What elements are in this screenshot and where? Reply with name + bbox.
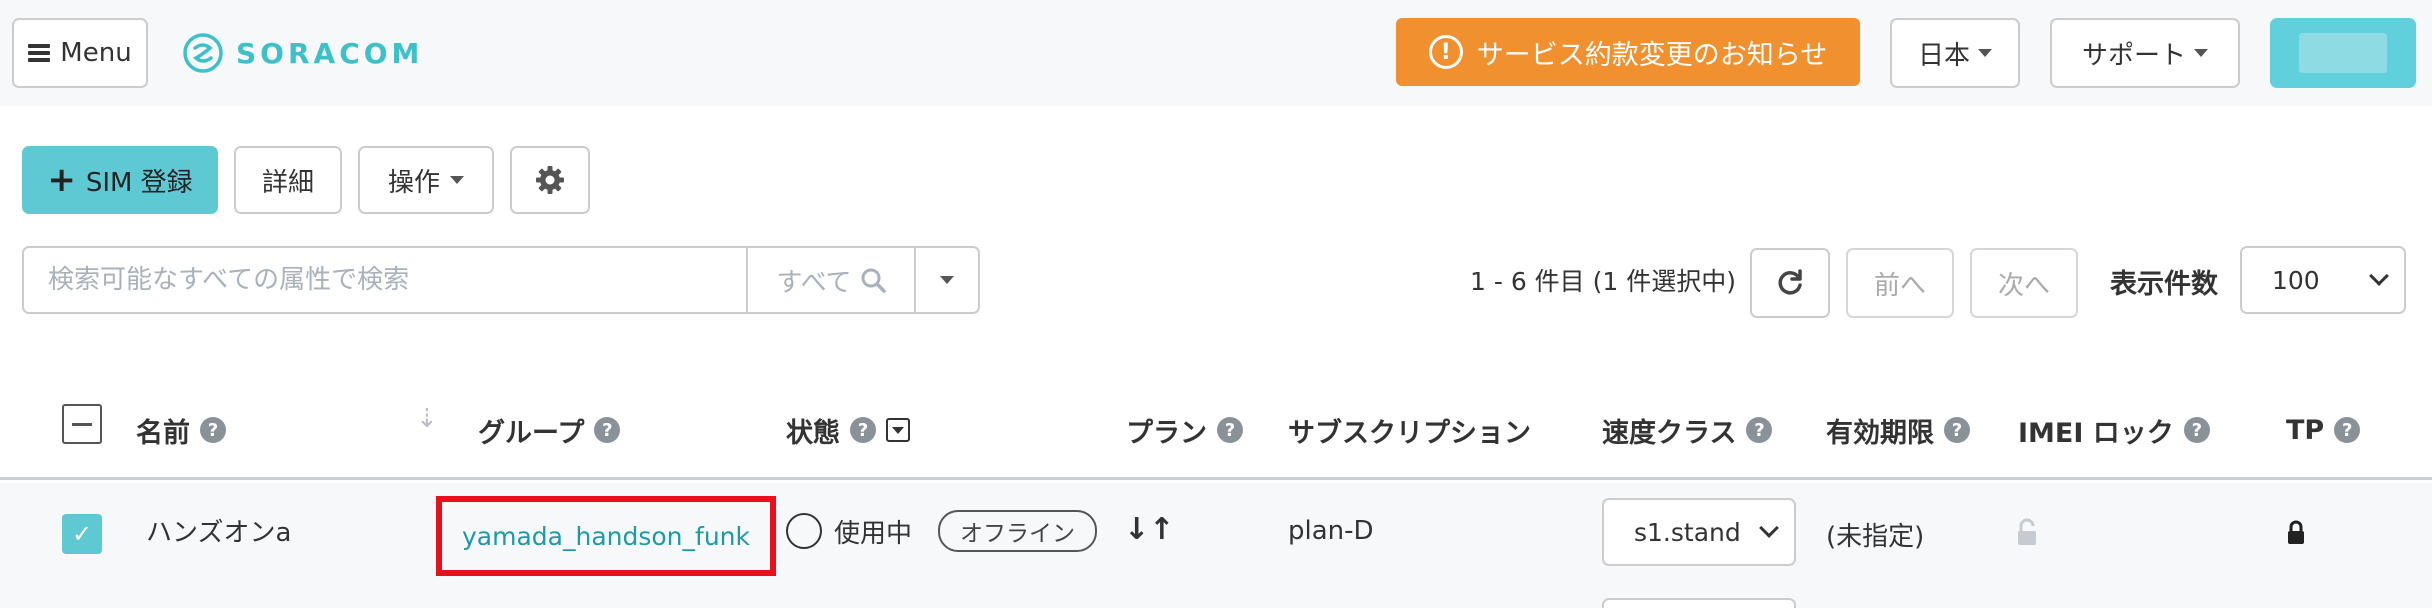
sim-name: ハンズオンa xyxy=(146,518,292,548)
header-label: プラン xyxy=(1126,417,1207,449)
detail-button[interactable]: 詳細 xyxy=(234,146,342,214)
search-scope-label: すべて xyxy=(776,267,852,298)
support-dropdown[interactable]: サポート xyxy=(2050,18,2240,88)
select-all-checkbox[interactable] xyxy=(62,404,102,444)
chevron-down-icon xyxy=(2369,266,2389,286)
column-header-subscription[interactable]: サブスクリプション xyxy=(1288,380,1531,480)
operations-label: 操作 xyxy=(387,167,440,198)
header-label: 名前 xyxy=(136,417,190,449)
help-icon[interactable]: ? xyxy=(594,417,621,443)
column-header-name[interactable]: 名前 ? xyxy=(136,380,226,480)
speed-class-select-next-row[interactable] xyxy=(1602,598,1796,608)
per-page-label: 表示件数 xyxy=(2110,269,2218,300)
lock-open-icon[interactable] xyxy=(2016,518,2038,548)
session-status-badge: オフライン xyxy=(938,510,1098,552)
chevron-down-icon xyxy=(1759,518,1779,538)
help-icon[interactable]: ? xyxy=(850,417,876,443)
refresh-icon xyxy=(1778,269,1802,295)
gear-icon xyxy=(536,166,564,194)
help-icon[interactable]: ? xyxy=(1746,417,1773,443)
per-page-select[interactable]: 100 xyxy=(2240,246,2406,314)
operations-dropdown[interactable]: 操作 xyxy=(358,146,494,214)
caret-down-icon xyxy=(1978,49,1992,57)
help-icon[interactable]: ? xyxy=(1944,417,1970,443)
notice-label: サービス約款変更のお知らせ xyxy=(1476,39,1828,71)
next-page-label: 次へ xyxy=(1997,270,2050,301)
column-header-group[interactable]: グループ ? xyxy=(478,380,621,480)
caret-down-icon xyxy=(940,276,954,284)
column-header-expiry[interactable]: 有効期限 ? xyxy=(1826,380,1970,480)
settings-button[interactable] xyxy=(510,146,590,214)
prev-page-button[interactable]: 前へ xyxy=(1846,248,1954,318)
group-link[interactable]: yamada_handson_funk xyxy=(436,496,776,576)
header-label: サブスクリプション xyxy=(1288,417,1531,449)
search-bar: すべて xyxy=(22,246,980,314)
status-radio[interactable] xyxy=(786,513,822,549)
sim-register-button[interactable]: + SIM 登録 xyxy=(22,146,218,214)
alert-circle-icon: ! xyxy=(1428,35,1463,69)
account-menu-button[interactable] xyxy=(2270,18,2416,88)
language-label: 日本 xyxy=(1917,40,1970,71)
table-row[interactable] xyxy=(0,483,2432,608)
row-checkbox[interactable]: ✓ xyxy=(62,514,102,554)
header-label: 状態 xyxy=(786,417,840,449)
refresh-button[interactable] xyxy=(1750,248,1830,318)
redacted-account-name xyxy=(2299,33,2387,73)
sim-register-label: SIM 登録 xyxy=(85,167,193,198)
service-notice-button[interactable]: ! サービス約款変更のお知らせ xyxy=(1396,18,1860,86)
speed-class-select[interactable]: s1.stand xyxy=(1602,498,1796,566)
menu-label: Menu xyxy=(60,38,132,68)
help-icon[interactable]: ? xyxy=(1217,417,1243,443)
hamburger-icon xyxy=(28,44,51,62)
column-header-status[interactable]: 状態 ? xyxy=(786,380,910,480)
status-cell: 使用中 オフライン xyxy=(786,510,1098,552)
lock-icon[interactable] xyxy=(2286,520,2306,546)
column-header-imei-lock[interactable]: IMEI ロック ? xyxy=(2018,380,2210,480)
search-input[interactable] xyxy=(24,248,746,312)
sort-icon[interactable]: ⇣ xyxy=(416,404,438,434)
plus-icon: + xyxy=(47,160,76,200)
status-label: 使用中 xyxy=(834,518,913,549)
header-label: IMEI ロック xyxy=(2018,417,2174,449)
per-page-value: 100 xyxy=(2272,265,2320,295)
search-icon xyxy=(861,268,886,293)
header-label: グループ xyxy=(478,417,585,449)
caret-down-icon xyxy=(450,176,464,184)
help-icon[interactable]: ? xyxy=(2334,417,2361,443)
soracom-logo-icon xyxy=(183,33,223,73)
column-header-plan[interactable]: プラン ? xyxy=(1126,380,1243,480)
check-icon: ✓ xyxy=(71,520,93,548)
search-options-dropdown[interactable] xyxy=(914,248,978,312)
menu-button[interactable]: Menu xyxy=(12,18,148,88)
header-label: 有効期限 xyxy=(1826,417,1934,449)
soracom-logo[interactable]: SORACOM xyxy=(182,28,423,78)
support-label: サポート xyxy=(2081,40,2186,71)
speed-class-value: s1.stand xyxy=(1634,517,1741,547)
caret-down-icon xyxy=(2194,49,2208,57)
table-header: 名前 ? グループ ? 状態 ? プラン ? サブスクリプション 速度クラス ?… xyxy=(0,380,2432,480)
group-link-label: yamada_handson_funk xyxy=(462,521,750,551)
header-label: TP xyxy=(2286,414,2325,446)
language-dropdown[interactable]: 日本 xyxy=(1890,18,2020,88)
help-icon[interactable]: ? xyxy=(2183,417,2210,443)
subscription-value: plan-D xyxy=(1288,516,1374,546)
column-header-tp[interactable]: TP ? xyxy=(2286,380,2361,480)
prev-page-label: 前へ xyxy=(1873,270,1926,301)
column-header-speed-class[interactable]: 速度クラス ? xyxy=(1602,380,1773,480)
filter-icon[interactable] xyxy=(886,418,910,442)
logo-text: SORACOM xyxy=(236,36,424,70)
search-scope-button[interactable]: すべて xyxy=(746,248,914,312)
help-icon[interactable]: ? xyxy=(200,417,226,443)
detail-label: 詳細 xyxy=(261,167,314,198)
plan-change-icon[interactable]: ↓↑ xyxy=(1124,512,1174,547)
next-page-button[interactable]: 次へ xyxy=(1970,248,2078,318)
paging-info: 1 - 6 件目 (1 件選択中) xyxy=(1470,267,1736,296)
top-navbar: Menu SORACOM ! サービス約款変更のお知らせ 日本 サポート xyxy=(0,0,2432,106)
header-label: 速度クラス xyxy=(1602,417,1737,449)
expiry-value: (未指定) xyxy=(1826,522,1925,552)
